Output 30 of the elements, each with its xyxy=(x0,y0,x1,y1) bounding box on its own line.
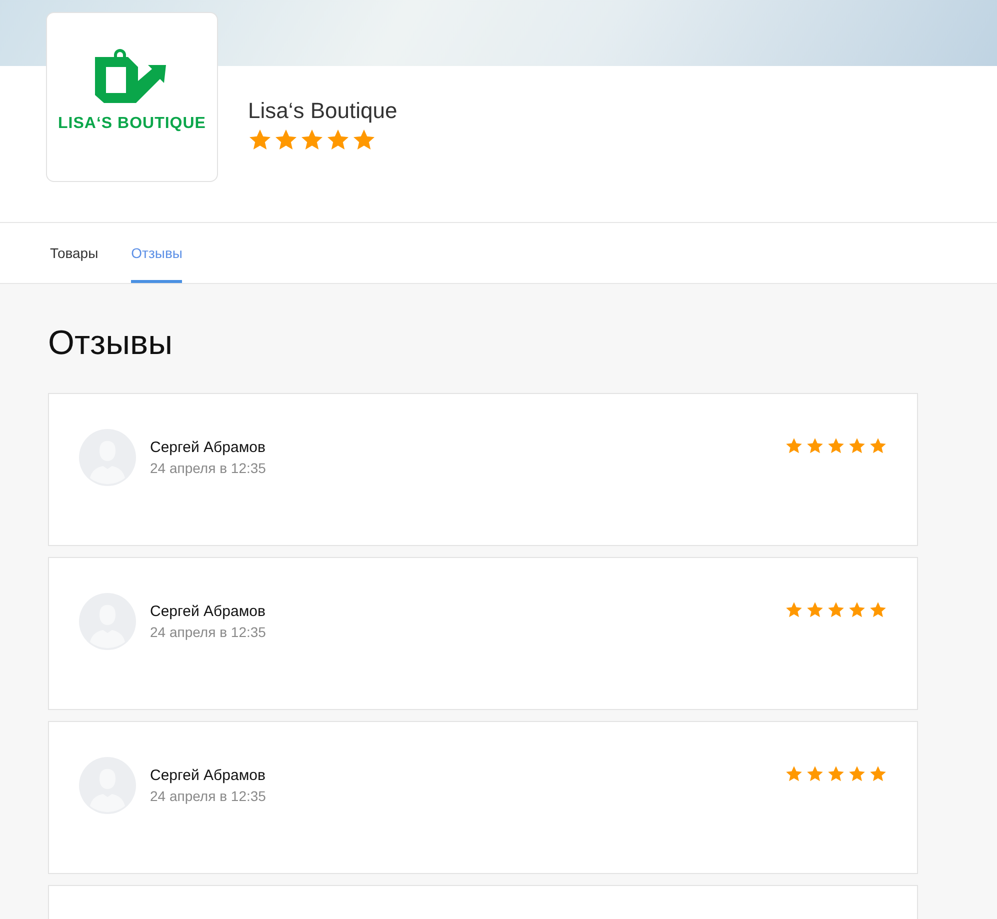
review-date: 24 апреля в 12:35 xyxy=(150,460,267,476)
star-icon xyxy=(785,765,803,783)
star-icon xyxy=(352,128,376,152)
star-icon xyxy=(869,601,887,619)
review-date: 24 апреля в 12:35 xyxy=(150,788,267,804)
star-icon xyxy=(827,601,845,619)
star-icon xyxy=(848,765,866,783)
logo-text: LISA‘S BOUTIQUE xyxy=(58,115,206,133)
star-icon xyxy=(274,128,298,152)
section-heading: Отзывы xyxy=(48,324,174,363)
star-icon xyxy=(785,601,803,619)
star-icon xyxy=(248,128,272,152)
star-icon xyxy=(326,128,350,152)
star-icon xyxy=(300,128,324,152)
star-icon xyxy=(827,765,845,783)
star-icon xyxy=(848,437,866,455)
star-icon xyxy=(848,601,866,619)
star-icon xyxy=(806,765,824,783)
star-icon xyxy=(806,437,824,455)
reviewer-name: Сергей Абрамов xyxy=(150,603,266,620)
star-icon xyxy=(869,765,887,783)
shop-name: Lisa‘s Boutique xyxy=(248,98,398,124)
reviewer-name: Сергей Абрамов xyxy=(150,439,266,456)
star-icon xyxy=(806,601,824,619)
tab[interactable]: Товары xyxy=(50,223,98,283)
reviewer-name: Сергей Абрамов xyxy=(150,767,266,784)
star-icon xyxy=(827,437,845,455)
star-icon xyxy=(785,437,803,455)
review-date: 24 апреля в 12:35 xyxy=(150,624,267,640)
star-icon xyxy=(869,437,887,455)
